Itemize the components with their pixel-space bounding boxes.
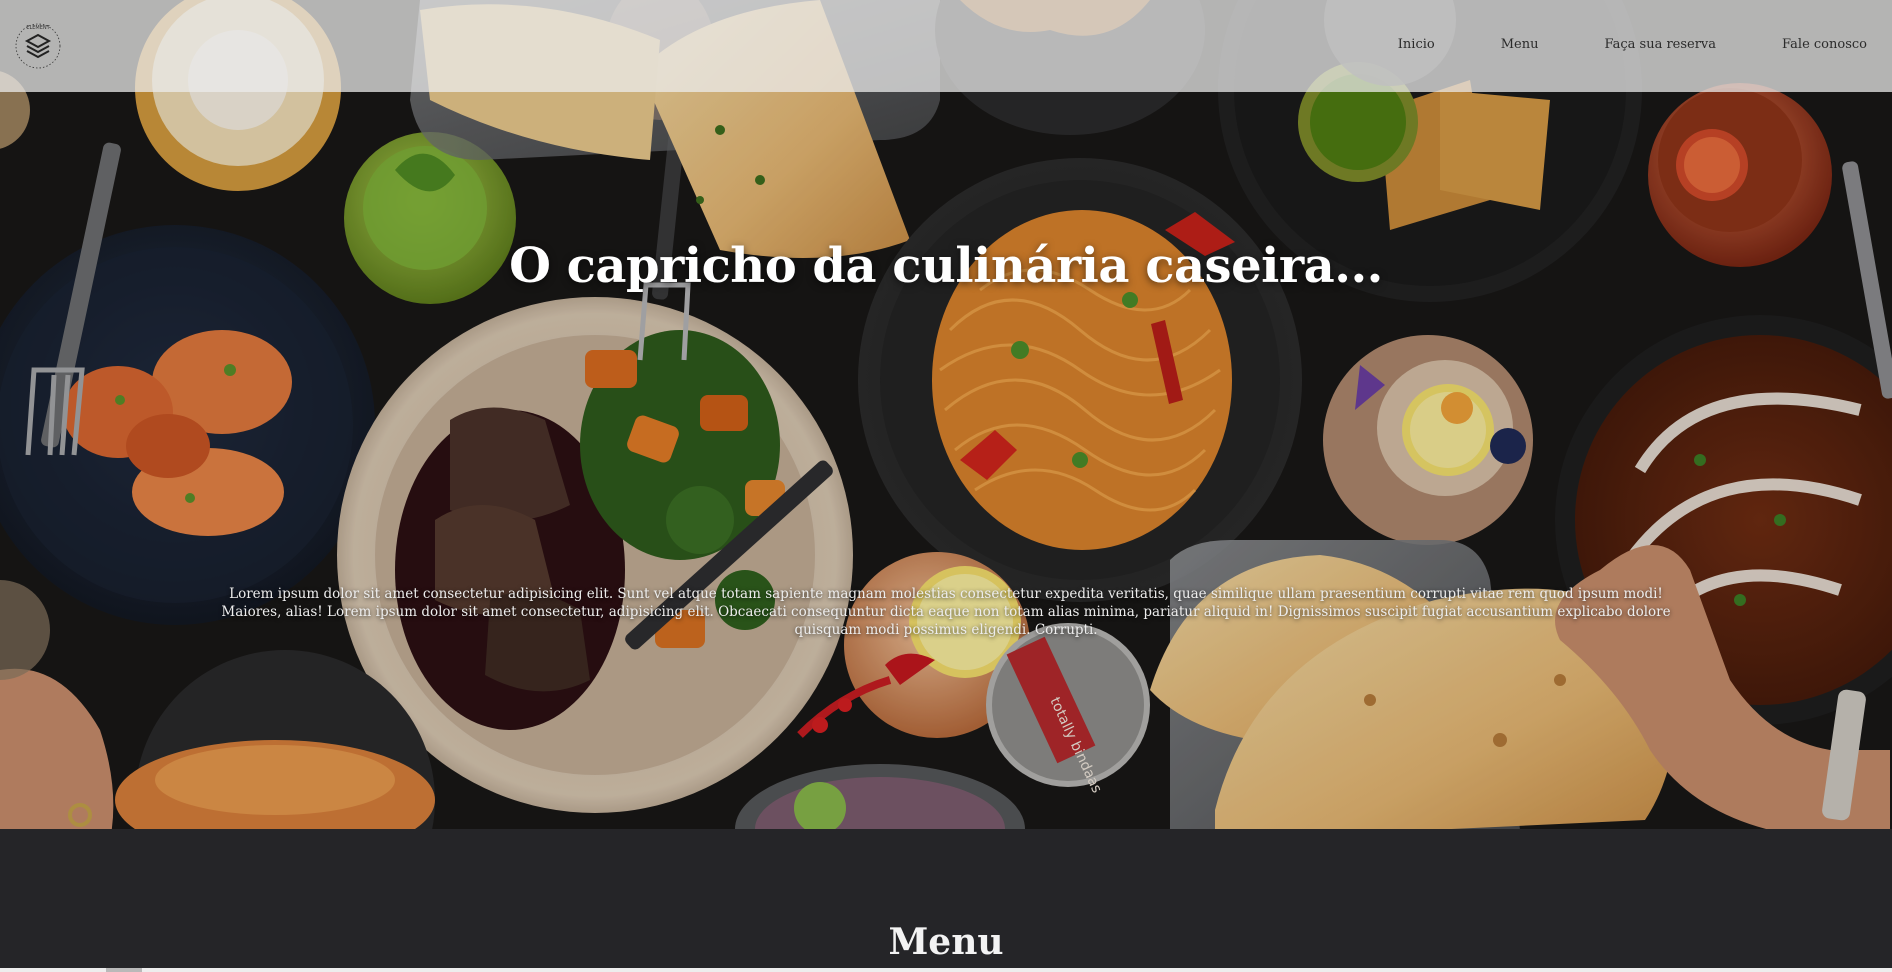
site-header: ELEMENT Inicio Menu Faça sua reserva Fal… — [0, 0, 1892, 92]
menu-section: Menu — [0, 829, 1892, 972]
scroll-indicator — [106, 968, 142, 972]
hero-overlay — [0, 0, 1892, 829]
logo-text: ELEMENT — [26, 25, 50, 31]
nav-contato[interactable]: Fale conosco — [1782, 36, 1867, 54]
main-nav: Inicio Menu Faça sua reserva Fale conosc… — [1332, 36, 1867, 54]
hero-title: O capricho da culinária caseira... — [509, 238, 1383, 294]
menu-heading: Menu — [888, 921, 1004, 963]
nav-reserva[interactable]: Faça sua reserva — [1604, 36, 1716, 54]
nav-menu[interactable]: Menu — [1501, 36, 1539, 54]
hero-section: totally bindaas O capricho da culinária … — [0, 0, 1892, 829]
element-logo[interactable]: ELEMENT — [14, 22, 62, 70]
section-bottom-strip — [0, 968, 1892, 972]
hero-description: Lorem ipsum dolor sit amet consectetur a… — [221, 586, 1671, 638]
nav-inicio[interactable]: Inicio — [1398, 36, 1435, 54]
